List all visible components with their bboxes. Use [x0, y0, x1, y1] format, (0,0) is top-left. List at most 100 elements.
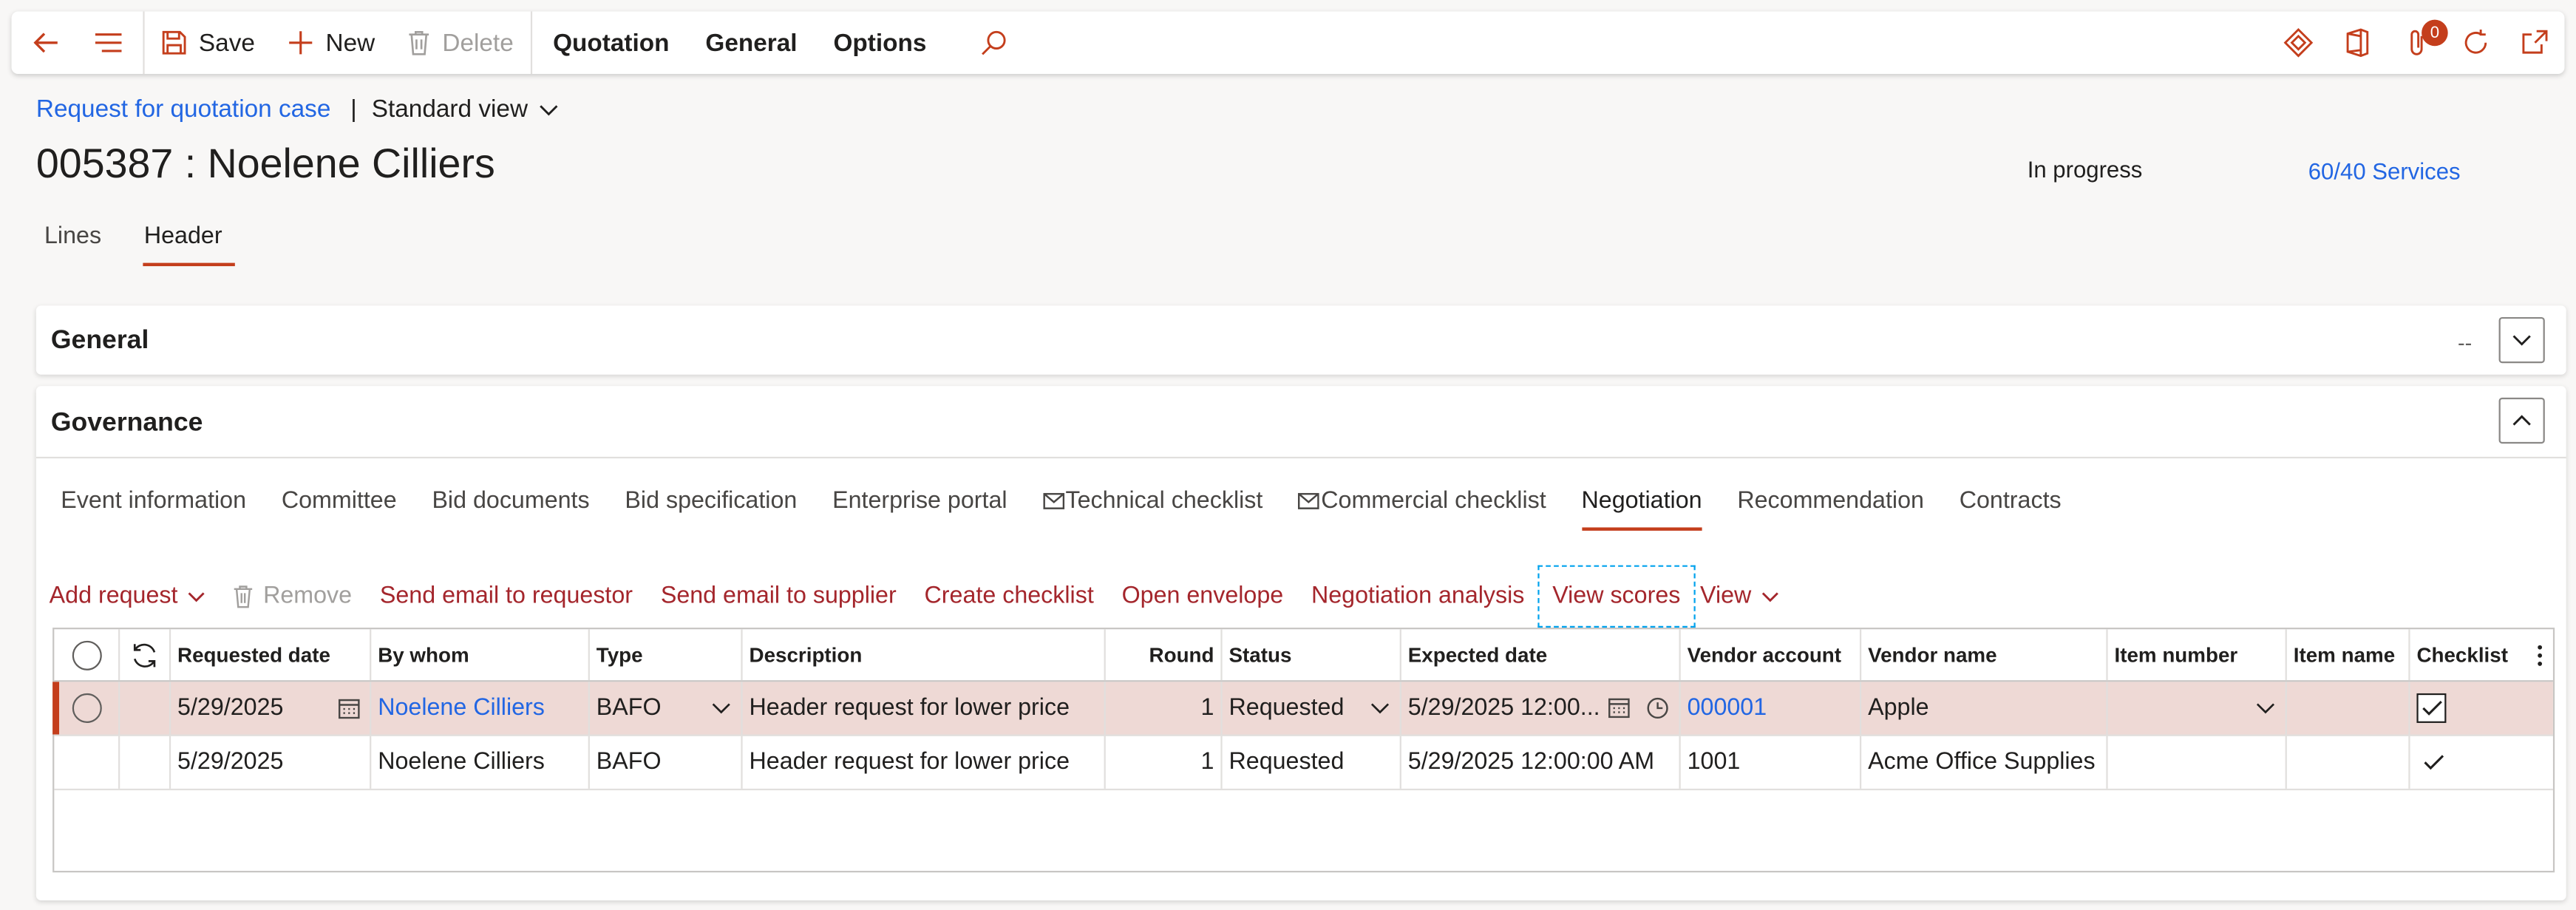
- tab-header[interactable]: Header: [136, 217, 235, 267]
- chevron-down-icon[interactable]: [711, 702, 731, 715]
- general-fasttab-title[interactable]: General: [51, 327, 149, 356]
- item-number-cell[interactable]: [2108, 736, 2287, 789]
- column-header-expected-date[interactable]: Expected date: [1401, 629, 1681, 681]
- column-header-vendor-account[interactable]: Vendor account: [1681, 629, 1862, 681]
- description-field[interactable]: Header request for lower price: [743, 682, 1106, 735]
- menu-quotation[interactable]: Quotation: [535, 12, 687, 74]
- toolbar-separator: [529, 11, 532, 75]
- item-number-select[interactable]: [2108, 682, 2287, 735]
- status-select[interactable]: Requested: [1223, 682, 1401, 735]
- tab-negotiation[interactable]: Negotiation: [1570, 485, 1713, 531]
- by-whom-cell[interactable]: Noelene Cilliers: [371, 736, 590, 789]
- type-cell[interactable]: BAFO: [590, 736, 743, 789]
- expected-date-field[interactable]: 5/29/2025 12:00...: [1401, 682, 1681, 735]
- breadcrumb-link[interactable]: Request for quotation case: [36, 95, 331, 123]
- item-name-field[interactable]: [2287, 682, 2410, 735]
- column-header-round[interactable]: Round: [1106, 629, 1223, 681]
- menu-general[interactable]: General: [687, 12, 815, 74]
- column-header-vendor-name[interactable]: Vendor name: [1861, 629, 2108, 681]
- select-all-radio[interactable]: [71, 639, 101, 670]
- add-request-button[interactable]: Add request: [50, 583, 206, 610]
- table-row[interactable]: 5/29/2025 Noelene Cilliers BAFO Header r…: [54, 736, 2553, 791]
- action-pane: Save New Delete Quotation General Option…: [11, 11, 2565, 75]
- row-select-radio[interactable]: [71, 693, 101, 723]
- tab-contracts[interactable]: Contracts: [1948, 485, 2073, 531]
- tab-technical-checklist[interactable]: Technical checklist: [1031, 485, 1274, 531]
- attachments-count-badge: 0: [2422, 19, 2448, 47]
- collapse-governance-button[interactable]: [2498, 397, 2545, 444]
- column-header-status[interactable]: Status: [1223, 629, 1401, 681]
- office-icon: [2346, 28, 2369, 58]
- view-scores-button[interactable]: View scores: [1537, 565, 1696, 628]
- calendar-icon[interactable]: [338, 697, 360, 719]
- round-field[interactable]: 1: [1106, 682, 1223, 735]
- menu-button[interactable]: [77, 12, 139, 74]
- remove-button[interactable]: Remove: [234, 583, 352, 610]
- save-button[interactable]: Save: [148, 12, 268, 74]
- type-select[interactable]: BAFO: [590, 682, 743, 735]
- attachments-button[interactable]: 0: [2387, 12, 2448, 74]
- vendor-account-cell[interactable]: 1001: [1681, 736, 1862, 789]
- company-link[interactable]: 60/40 Services: [2308, 157, 2461, 184]
- tab-bid-documents[interactable]: Bid documents: [421, 485, 601, 531]
- select-all-cell[interactable]: [54, 629, 120, 681]
- clock-icon[interactable]: [1646, 696, 1669, 719]
- menu-options[interactable]: Options: [815, 12, 945, 74]
- delete-button[interactable]: Delete: [395, 12, 527, 74]
- search-button[interactable]: [968, 12, 1020, 74]
- tab-lines[interactable]: Lines: [36, 217, 109, 264]
- vendor-account-link[interactable]: 000001: [1681, 682, 1862, 735]
- governance-fasttab-title[interactable]: Governance: [51, 409, 203, 438]
- requested-date-value: 5/29/2025: [177, 695, 284, 721]
- round-cell[interactable]: 1: [1106, 736, 1223, 789]
- tab-bid-specification[interactable]: Bid specification: [614, 485, 809, 531]
- chevron-down-icon[interactable]: [2256, 702, 2276, 715]
- delete-label: Delete: [442, 28, 514, 57]
- new-button[interactable]: New: [275, 12, 388, 74]
- column-header-checklist[interactable]: Checklist: [2410, 629, 2553, 680]
- chevron-down-icon[interactable]: [1370, 702, 1390, 715]
- office-button[interactable]: [2328, 12, 2387, 74]
- by-whom-link[interactable]: Noelene Cilliers: [371, 682, 590, 735]
- power-apps-button[interactable]: [2269, 12, 2328, 74]
- more-options-icon[interactable]: [2537, 643, 2543, 666]
- status-cell[interactable]: Requested: [1223, 736, 1401, 789]
- view-selector[interactable]: Standard view: [372, 95, 560, 123]
- requested-date-field[interactable]: 5/29/2025: [171, 682, 372, 735]
- send-email-supplier-button[interactable]: Send email to supplier: [661, 583, 897, 610]
- column-header-item-number[interactable]: Item number: [2108, 629, 2287, 681]
- vendor-name-field[interactable]: Apple: [1861, 682, 2108, 735]
- refresh-button[interactable]: [2446, 12, 2505, 74]
- column-header-item-name[interactable]: Item name: [2287, 629, 2410, 681]
- tab-committee[interactable]: Committee: [270, 485, 408, 531]
- expected-date-cell[interactable]: 5/29/2025 12:00:00 AM: [1401, 736, 1681, 789]
- governance-tabs: Event information Committee Bid document…: [50, 485, 2085, 531]
- column-header-description[interactable]: Description: [743, 629, 1106, 681]
- tab-enterprise-portal[interactable]: Enterprise portal: [821, 485, 1019, 531]
- create-checklist-button[interactable]: Create checklist: [925, 583, 1094, 610]
- open-new-window-button[interactable]: [2505, 12, 2564, 74]
- vendor-name-cell[interactable]: Acme Office Supplies: [1861, 736, 2108, 789]
- negotiation-analysis-button[interactable]: Negotiation analysis: [1311, 583, 1524, 610]
- chevron-down-icon: [188, 591, 205, 602]
- tab-event-information[interactable]: Event information: [50, 485, 258, 531]
- open-envelope-button[interactable]: Open envelope: [1122, 583, 1284, 610]
- back-button[interactable]: [12, 12, 78, 74]
- refresh-grid-cell[interactable]: [120, 629, 171, 681]
- table-row[interactable]: 5/29/2025 Noelene Cilliers BAFO Header r…: [52, 682, 2553, 736]
- calendar-icon[interactable]: [1608, 696, 1630, 719]
- row-select-cell[interactable]: [54, 736, 120, 789]
- column-header-requested-date[interactable]: Requested date: [171, 629, 372, 681]
- requested-date-cell[interactable]: 5/29/2025: [171, 736, 372, 789]
- item-name-cell[interactable]: [2287, 736, 2410, 789]
- view-menu-button[interactable]: View: [1700, 583, 1779, 610]
- send-email-requestor-button[interactable]: Send email to requestor: [380, 583, 633, 610]
- tab-recommendation[interactable]: Recommendation: [1726, 485, 1936, 531]
- tab-commercial-checklist[interactable]: Commercial checklist: [1287, 485, 1558, 531]
- column-header-type[interactable]: Type: [590, 629, 743, 681]
- expand-general-button[interactable]: [2498, 316, 2545, 364]
- column-header-by-whom[interactable]: By whom: [371, 629, 590, 681]
- row-select-cell[interactable]: [54, 682, 120, 735]
- description-cell[interactable]: Header request for lower price: [743, 736, 1106, 789]
- checklist-checkbox[interactable]: [2416, 693, 2447, 723]
